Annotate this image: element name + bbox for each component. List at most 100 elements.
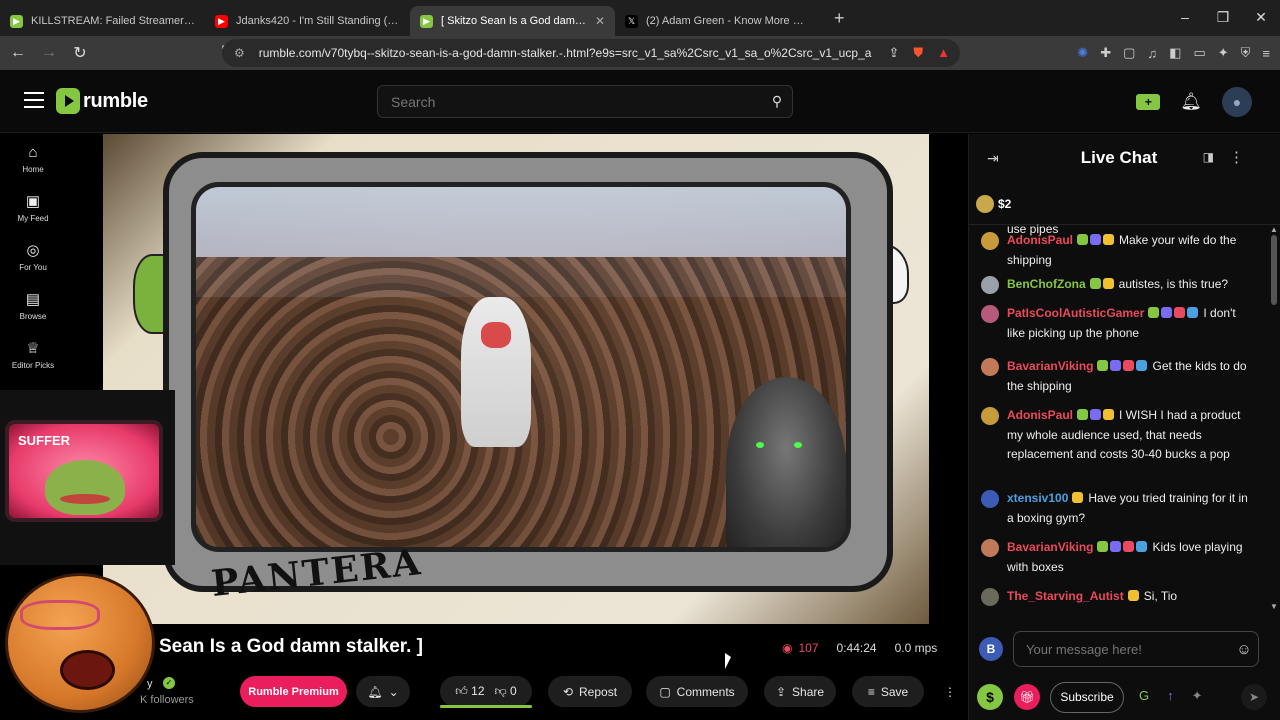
video-player[interactable]: PANTERA: [103, 134, 929, 624]
browser-tab[interactable]: ▶ Jdanks420 - I'm Still Standing (Officia: [205, 6, 410, 36]
restore-icon[interactable]: ❐: [1204, 0, 1242, 36]
comments-button[interactable]: ▢ Comments: [646, 676, 748, 707]
pinned-rant[interactable]: $2: [976, 193, 1011, 215]
browser-tab[interactable]: ▶ KILLSTREAM: Failed Streamer Kyle Co: [0, 6, 205, 36]
like-button[interactable]: 👍︎ 12: [455, 684, 484, 699]
nav-item-for-you[interactable]: ◎ For You: [0, 232, 66, 281]
video-frame-image: [191, 182, 851, 552]
share-icon: ⇪: [775, 684, 787, 699]
chat-user-avatar[interactable]: [981, 539, 999, 557]
activity-icon[interactable]: ✦: [1192, 688, 1203, 704]
close-window-icon[interactable]: ✕: [1242, 0, 1280, 36]
chat-username[interactable]: PatIsCoolAutisticGamer: [1007, 306, 1144, 320]
scroll-down-icon[interactable]: ▼: [1270, 602, 1278, 611]
stream-duration: 0:44:24: [836, 641, 877, 655]
sidebar-icon[interactable]: ◧: [1169, 45, 1181, 61]
rant-dollar-icon[interactable]: $: [977, 684, 1003, 710]
search-icon[interactable]: ⚲: [762, 93, 792, 110]
chat-message-text: autistes, is this true?: [1118, 277, 1229, 291]
leo-icon[interactable]: ✦: [1218, 45, 1229, 61]
chat-user-avatar[interactable]: [981, 490, 999, 508]
eye-icon: ◉: [782, 641, 793, 655]
overlay-text: SUFFER: [18, 433, 70, 448]
back-icon[interactable]: ←: [5, 44, 31, 62]
browser-tab[interactable]: 𝕏 (2) Adam Green - Know More News: [615, 6, 820, 36]
chat-username[interactable]: AdonisPaul: [1007, 408, 1073, 422]
rumble-premium-button[interactable]: Rumble Premium: [240, 676, 347, 707]
more-options-icon[interactable]: ⋮: [934, 676, 966, 707]
send-icon[interactable]: ➤: [1241, 684, 1267, 710]
chat-mode-icon[interactable]: ◨: [1203, 150, 1214, 164]
brave-shield-icon[interactable]: ⛊: [913, 45, 923, 61]
user-badge-icon: [1077, 409, 1089, 420]
chat-username[interactable]: xtensiv100: [1007, 491, 1068, 505]
scroll-up-icon[interactable]: ▲: [1270, 225, 1278, 234]
thumbs-down-icon: 👎︎: [494, 684, 507, 698]
chat-username[interactable]: The_Starving_Autist: [1007, 589, 1124, 603]
chat-username[interactable]: BavarianViking: [1007, 359, 1093, 373]
user-avatar[interactable]: ●: [1222, 87, 1252, 117]
chat-user-avatar[interactable]: [981, 588, 999, 606]
save-button[interactable]: ≡ Save: [852, 676, 924, 707]
chat-user-avatar[interactable]: [981, 305, 999, 323]
extension-icon[interactable]: ✺: [1077, 45, 1088, 61]
video-stats: ◉ 107 0:44:24 0.0 mps: [782, 641, 937, 655]
chat-username[interactable]: BavarianViking: [1007, 540, 1093, 554]
wallet-icon[interactable]: ▭: [1193, 45, 1205, 61]
reload-icon[interactable]: ↻: [67, 43, 93, 63]
close-tab-icon[interactable]: ✕: [595, 14, 605, 28]
brave-rewards-icon[interactable]: ▲: [937, 45, 950, 61]
chat-scrollbar[interactable]: ▲ ▼: [1270, 225, 1278, 611]
nav-item-browse[interactable]: ▤ Browse: [0, 281, 66, 330]
site-info-icon[interactable]: ⚙: [234, 46, 245, 60]
live-chat-panel: ⇥ Live Chat ◨ ⋮ $2 use pipes AdonisPaul M…: [968, 134, 1280, 720]
nav-item-editor-picks[interactable]: ♕ Editor Picks: [0, 330, 66, 379]
chat-input-row: B ☺: [979, 631, 1261, 667]
chat-username[interactable]: AdonisPaul: [1007, 233, 1073, 247]
nav-item-home[interactable]: ⌂ Home: [0, 134, 66, 183]
hamburger-menu-icon[interactable]: [24, 92, 44, 108]
puzzle-icon[interactable]: ✚: [1100, 45, 1111, 61]
emoji-icon[interactable]: ☺: [1230, 641, 1258, 658]
search-input[interactable]: [391, 93, 762, 110]
logo-text: rumble: [83, 89, 148, 112]
chat-options-icon[interactable]: ⋮: [1229, 148, 1244, 166]
nav-item-my-feed[interactable]: ▣ My Feed: [0, 183, 66, 232]
browser-tab[interactable]: ▶ [ Skitzo Sean Is a God damn s ✕: [410, 6, 615, 36]
chat-actions: $ 🎁︎ Subscribe G ↑ ✦ ➤: [969, 682, 1269, 714]
share-page-icon[interactable]: ⇪: [888, 45, 899, 61]
repost-button[interactable]: ⟲ Repost: [548, 676, 632, 707]
chat-user-avatar[interactable]: [981, 276, 999, 294]
vpn-icon[interactable]: ⛨: [1241, 45, 1251, 61]
dislike-button[interactable]: 👎︎ 0: [495, 684, 517, 699]
chat-message-input[interactable]: [1026, 641, 1230, 657]
gift-icon[interactable]: 🎁︎: [1014, 684, 1040, 710]
g-badge-icon[interactable]: G: [1139, 688, 1149, 704]
user-badge-icon: [1097, 360, 1109, 371]
video-actions: Rumble Premium 🔔︎ ⌄ 👍︎ 12 👎︎ 0 ⟲ Repost ▢…: [0, 676, 968, 708]
address-bar[interactable]: ⚙ rumble.com/v70tybq--skitzo-sean-is-a-g…: [222, 39, 960, 67]
screenshot-icon[interactable]: ▢: [1123, 45, 1135, 61]
chat-user-avatar[interactable]: [981, 407, 999, 425]
minimize-icon[interactable]: –: [1166, 0, 1204, 36]
menu-icon[interactable]: ≡: [1262, 46, 1270, 61]
x-icon: 𝕏: [625, 14, 638, 28]
rumble-logo[interactable]: rumble: [56, 88, 148, 114]
user-badge-icon: [1110, 541, 1122, 552]
media-icon[interactable]: ♫: [1147, 46, 1157, 61]
go-live-icon[interactable]: +: [1136, 94, 1161, 110]
notifications-bell-icon[interactable]: 🔔︎: [1180, 92, 1202, 112]
chat-user-avatar[interactable]: [981, 358, 999, 376]
rumble-icon: ▶: [10, 14, 23, 28]
share-button[interactable]: ⇪ Share: [764, 676, 836, 707]
subscribe-button[interactable]: Subscribe: [1050, 682, 1124, 713]
thumbs-up-icon: 👍︎: [455, 684, 468, 698]
emote-icon[interactable]: ↑: [1167, 688, 1174, 704]
chat-username[interactable]: BenChofZona: [1007, 277, 1086, 291]
notify-button[interactable]: 🔔︎ ⌄: [356, 676, 410, 707]
chat-user-avatar[interactable]: [981, 232, 999, 250]
chat-message: xtensiv100 Have you tried training for it…: [981, 489, 1255, 528]
chevron-down-icon: ⌄: [388, 684, 399, 699]
new-tab-button[interactable]: +: [834, 8, 845, 29]
forward-icon[interactable]: →: [36, 44, 62, 62]
